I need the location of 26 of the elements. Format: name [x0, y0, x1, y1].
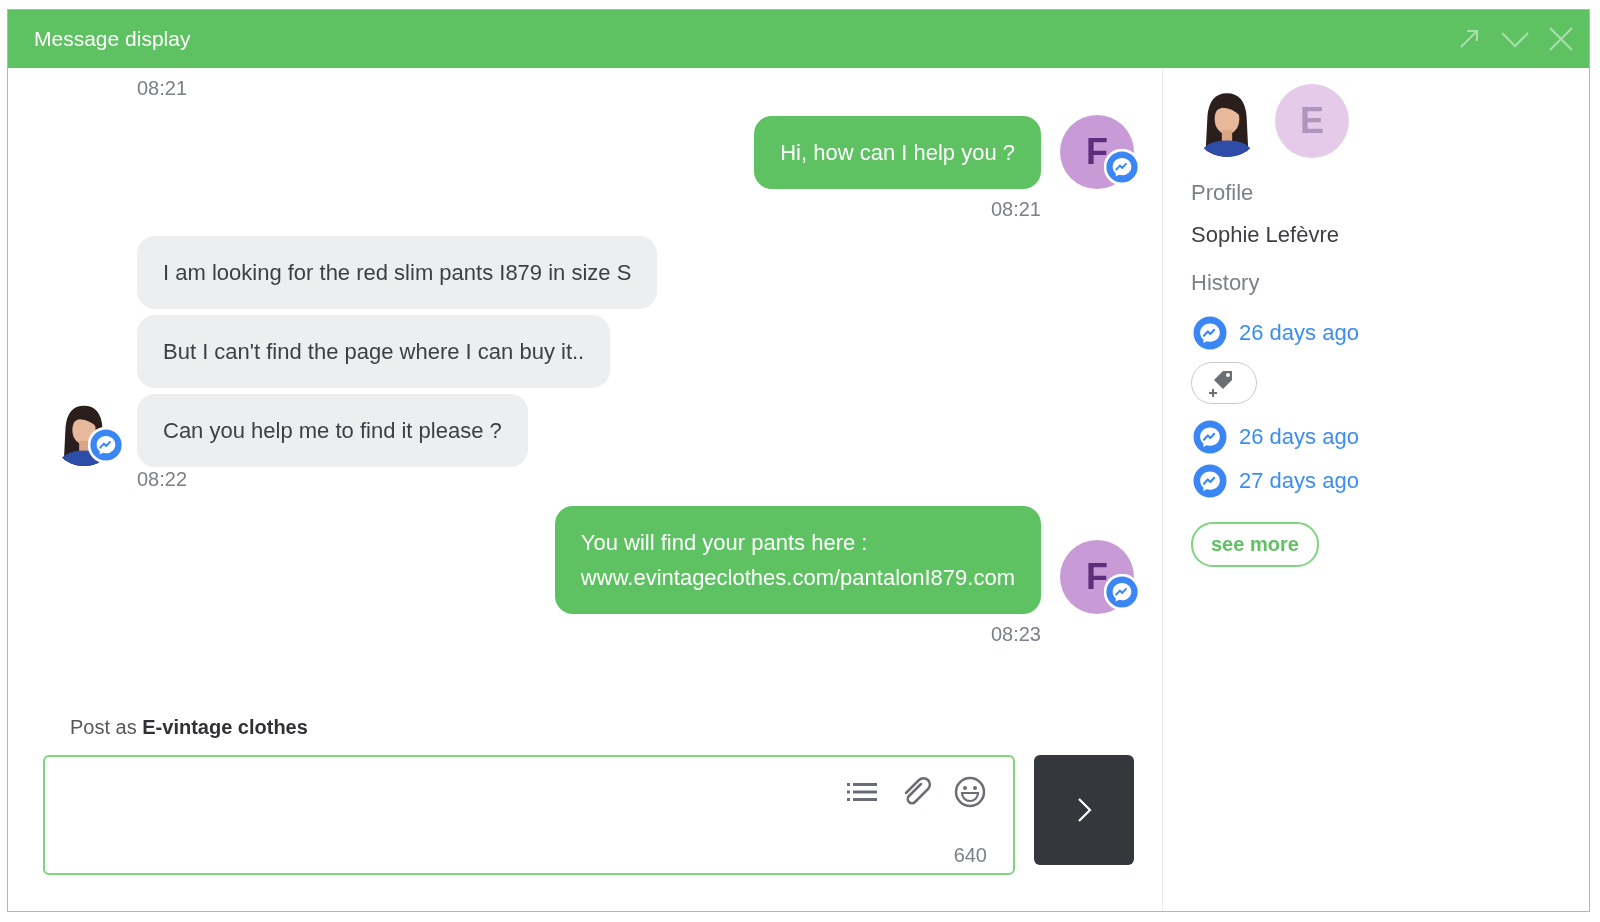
- post-as-label: Post as E-vintage clothes: [70, 716, 308, 739]
- section-label: Profile: [1191, 180, 1254, 206]
- history-link[interactable]: 27 days ago: [1239, 468, 1359, 494]
- messenger-icon: [88, 427, 124, 463]
- message-time: 08:23: [990, 622, 1041, 646]
- message-time: 08:21: [137, 76, 189, 100]
- messenger-icon: [1191, 462, 1229, 500]
- messenger-icon: [1191, 418, 1229, 456]
- message-input[interactable]: 640: [43, 755, 1015, 875]
- message-bubble: Hi, how can I help you ?: [754, 116, 1041, 189]
- message-bubble: But I can't find the page where I can buy it..: [137, 315, 611, 388]
- message-bubble: Can you help me to find it please ?: [137, 394, 528, 467]
- history-link[interactable]: 26 days ago: [1239, 320, 1359, 346]
- message-bubble: I am looking for the red slim pants I879 in size S: [137, 236, 658, 309]
- message-time: 08:22: [137, 468, 188, 490]
- message-time: 08:21: [990, 197, 1041, 221]
- window-title: Message display: [34, 27, 192, 51]
- messenger-icon: [1191, 314, 1229, 352]
- history-link[interactable]: 26 days ago: [1239, 424, 1359, 450]
- emoji-icon[interactable]: [953, 775, 987, 809]
- see-more-button[interactable]: see more: [1191, 522, 1319, 567]
- add-tag-button[interactable]: [1191, 362, 1257, 404]
- section-label: History: [1191, 270, 1260, 296]
- contact-name: Sophie Lefèvre: [1191, 222, 1339, 248]
- character-count: 640: [953, 844, 987, 867]
- message-bubble: You will find your pants here : www.evintageclothes.com/pantalonI879.com: [554, 506, 1041, 614]
